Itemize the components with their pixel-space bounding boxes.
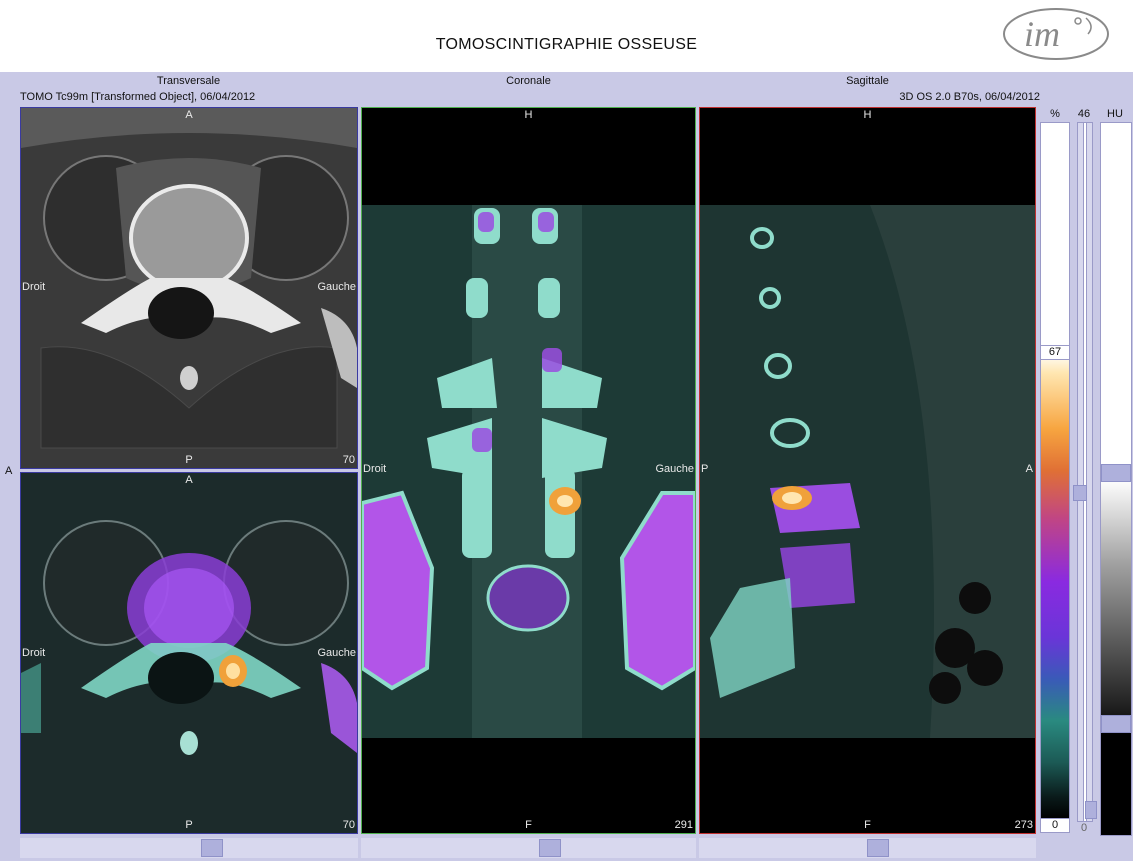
orientation-left: Droit	[22, 647, 46, 659]
orientation-bottom: F	[525, 819, 532, 831]
level-slider-groove	[1083, 123, 1087, 821]
transversal-scroll-thumb[interactable]	[201, 839, 223, 857]
orientation-top: H	[863, 109, 872, 121]
transversal-slice-scrollbar[interactable]	[20, 838, 358, 858]
slice-number: 70	[342, 819, 355, 831]
orientation-left: Droit	[22, 281, 46, 293]
page-title: TOMOSCINTIGRAPHIE OSSEUSE	[435, 36, 698, 53]
sagittal-title: Sagittale	[846, 75, 889, 87]
sagittal-slice-scrollbar[interactable]	[699, 838, 1036, 858]
hu-scale-unit: HU	[1107, 108, 1123, 120]
sagittal-series-info: 3D OS 2.0 B70s, 06/04/2012	[899, 91, 1040, 103]
level-slider-lower-handle[interactable]	[1085, 801, 1097, 819]
orientation-top: A	[185, 474, 193, 486]
transversal-fused-image	[21, 473, 357, 833]
level-slider-upper-handle[interactable]	[1073, 485, 1087, 501]
slice-number: 291	[674, 819, 693, 831]
hu-grayscale-bar[interactable]	[1100, 122, 1132, 836]
slice-number: 273	[1014, 819, 1033, 831]
im-logo: im	[1003, 8, 1109, 60]
logo-text: im	[1024, 14, 1060, 54]
coronal-fused-viewport[interactable]: H F Droit Gauche 291	[361, 107, 696, 834]
hu-lower-window-handle[interactable]	[1101, 715, 1131, 733]
sagittal-scroll-thumb[interactable]	[867, 839, 889, 857]
coronal-scroll-thumb[interactable]	[539, 839, 561, 857]
transversal-fused-viewport[interactable]: A P Droit Gauche 70	[20, 472, 358, 834]
orientation-left: P	[701, 463, 709, 475]
transversal-title: Transversale	[156, 75, 221, 87]
orientation-right: Gauche	[317, 647, 356, 659]
orientation-top: H	[524, 109, 533, 121]
percent-min-value[interactable]: 0	[1040, 818, 1070, 833]
level-slider-track[interactable]	[1073, 122, 1097, 822]
transversal-series-info: TOMO Tc99m [Transformed Object], 06/04/2…	[20, 91, 256, 103]
level-scale-top-value: 46	[1077, 108, 1091, 120]
sagittal-fused-image	[700, 108, 1035, 833]
orientation-right: Gauche	[655, 463, 694, 475]
orientation-bottom: P	[185, 454, 193, 466]
sagittal-fused-viewport[interactable]: H F P A 273	[699, 107, 1036, 834]
orientation-right: A	[1025, 463, 1033, 475]
transversal-ct-image	[21, 108, 357, 468]
orientation-bottom: P	[185, 819, 193, 831]
level-scale-bottom-value: 0	[1080, 822, 1088, 834]
coronal-slice-scrollbar[interactable]	[361, 838, 696, 858]
percent-scale-unit: %	[1050, 108, 1060, 120]
orientation-left: Droit	[363, 463, 387, 475]
coronal-title: Coronale	[506, 75, 551, 87]
transversal-ct-viewport[interactable]: A P Droit Gauche 70	[20, 107, 358, 469]
percent-color-scale[interactable]	[1040, 122, 1070, 819]
percent-max-value[interactable]: 67	[1040, 345, 1070, 360]
orientation-top: A	[185, 109, 193, 121]
edge-orientation-label: A	[5, 465, 13, 477]
slice-number: 70	[342, 454, 355, 466]
orientation-right: Gauche	[317, 281, 356, 293]
orientation-bottom: F	[864, 819, 871, 831]
hu-upper-window-handle[interactable]	[1101, 464, 1131, 482]
coronal-fused-image	[362, 108, 695, 833]
